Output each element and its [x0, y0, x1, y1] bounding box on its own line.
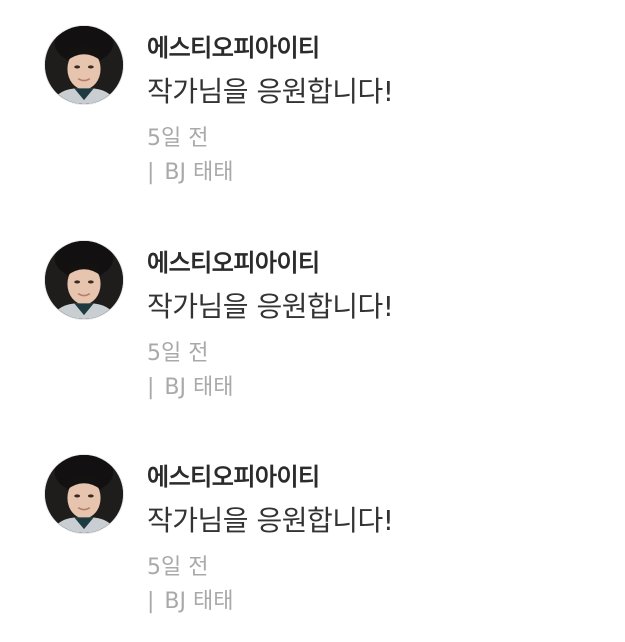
profile-photo-icon [45, 26, 123, 104]
avatar[interactable] [44, 454, 124, 534]
source-divider: | [147, 160, 155, 185]
source-name[interactable]: BJ 태태 [164, 160, 233, 185]
comment-item: 에스티오피아이티 작가님을 응원합니다! 5일 전 | BJ 태태 [0, 215, 625, 415]
comment-text: 작가님을 응원합니다! [147, 504, 394, 537]
comment-timestamp: 5일 전 [147, 126, 209, 151]
avatar[interactable] [44, 240, 124, 320]
comment-item: 에스티오피아이티 작가님을 응원합니다! 5일 전 | BJ 태태 [0, 0, 625, 200]
source-divider: | [147, 589, 155, 614]
profile-photo-icon [45, 241, 123, 319]
comment-author[interactable]: 에스티오피아이티 [147, 243, 320, 278]
comment-timestamp: 5일 전 [147, 555, 209, 580]
avatar[interactable] [44, 25, 124, 105]
comment-source: | BJ 태태 [147, 369, 233, 401]
comment-source: | BJ 태태 [147, 154, 233, 186]
comment-text: 작가님을 응원합니다! [147, 290, 394, 323]
comment-item: 에스티오피아이티 작가님을 응원합니다! 5일 전 | BJ 태태 [0, 429, 625, 629]
comment-author[interactable]: 에스티오피아이티 [147, 457, 320, 492]
comment-source: | BJ 태태 [147, 583, 233, 615]
comment-author[interactable]: 에스티오피아이티 [147, 28, 320, 63]
comment-text: 작가님을 응원합니다! [147, 75, 394, 108]
profile-photo-icon [45, 455, 123, 533]
comment-timestamp: 5일 전 [147, 341, 209, 366]
source-name[interactable]: BJ 태태 [164, 375, 233, 400]
source-name[interactable]: BJ 태태 [164, 589, 233, 614]
source-divider: | [147, 375, 155, 400]
